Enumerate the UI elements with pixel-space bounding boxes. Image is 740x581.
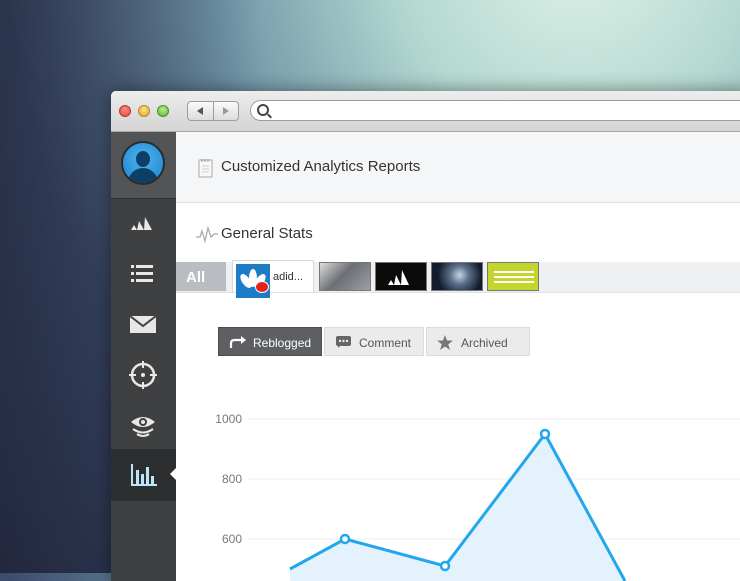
tab-all-label: All xyxy=(186,269,206,286)
document-icon xyxy=(198,159,213,178)
tab-adidas-label: adid... xyxy=(273,271,303,283)
reblog-chart: 1000 800 600 xyxy=(176,382,740,581)
tab-all[interactable]: All xyxy=(176,262,226,291)
history-nav xyxy=(187,101,239,121)
line-chart: 1000 800 600 xyxy=(215,412,740,581)
page-title: Customized Analytics Reports xyxy=(221,158,421,175)
logo-stripe xyxy=(494,271,534,273)
comment-filter-button[interactable]: Comment xyxy=(324,327,424,356)
mail-icon xyxy=(129,315,157,333)
eye-icon xyxy=(131,417,155,437)
reblog-arrow-icon xyxy=(229,336,246,348)
back-button[interactable] xyxy=(197,107,203,115)
section-title: General Stats xyxy=(221,225,313,242)
search-icon xyxy=(257,104,269,116)
close-window-button[interactable] xyxy=(119,105,131,117)
url-input[interactable] xyxy=(273,102,740,121)
y-tick-label: 1000 xyxy=(215,412,242,426)
comment-icon xyxy=(336,336,351,348)
data-point[interactable] xyxy=(539,428,551,440)
sidebar-item-analytics[interactable] xyxy=(111,449,177,501)
account-tabs: All adid... xyxy=(176,260,740,298)
data-point[interactable] xyxy=(439,560,451,572)
avatar-area xyxy=(111,132,176,199)
bar-chart-icon xyxy=(131,464,157,486)
logo-stripe xyxy=(494,276,534,278)
sidebar xyxy=(111,132,177,581)
tab-account-5[interactable] xyxy=(487,262,539,291)
archived-filter-button[interactable]: Archived xyxy=(426,327,530,356)
avatar-head-shape xyxy=(136,151,150,167)
y-tick-label: 600 xyxy=(222,532,242,546)
weibo-icon xyxy=(255,281,269,293)
sidebar-item-messages[interactable] xyxy=(111,299,176,349)
avatar[interactable] xyxy=(121,141,165,185)
adidas-logo-icon xyxy=(388,270,409,285)
archived-label: Archived xyxy=(461,336,508,350)
reblogged-label: Reblogged xyxy=(253,336,312,350)
tab-adidas[interactable]: adid... xyxy=(232,260,314,298)
browser-window: Customized Analytics Reports General Sta… xyxy=(111,91,740,581)
stats-section-header: General Stats xyxy=(176,203,740,263)
sidebar-item-target[interactable] xyxy=(111,349,176,399)
data-point[interactable] xyxy=(339,533,351,545)
series-area xyxy=(290,434,625,581)
sidebar-item-list[interactable] xyxy=(111,249,176,299)
avatar-body-shape xyxy=(128,168,158,183)
target-icon xyxy=(129,361,157,389)
tab-account-3[interactable] xyxy=(375,262,427,291)
sidebar-item-brand[interactable] xyxy=(111,199,176,249)
reblogged-filter-button[interactable]: Reblogged xyxy=(218,327,322,356)
minimize-window-button[interactable] xyxy=(138,105,150,117)
tab-account-2[interactable] xyxy=(319,262,371,291)
star-icon xyxy=(437,335,453,350)
y-tick-label: 800 xyxy=(222,472,242,486)
forward-button[interactable] xyxy=(223,107,229,115)
sidebar-item-watch[interactable] xyxy=(111,399,176,449)
main-content: Customized Analytics Reports General Sta… xyxy=(176,132,740,581)
logo-stripe xyxy=(494,281,534,283)
pulse-icon xyxy=(196,225,218,243)
page-header: Customized Analytics Reports xyxy=(176,132,740,203)
adidas-icon xyxy=(131,217,152,230)
list-icon xyxy=(131,265,153,282)
nav-divider xyxy=(213,102,214,120)
window-titlebar xyxy=(111,91,740,132)
zoom-window-button[interactable] xyxy=(157,105,169,117)
address-bar[interactable] xyxy=(250,100,740,121)
comment-label: Comment xyxy=(359,336,412,350)
tab-account-4[interactable] xyxy=(431,262,483,291)
